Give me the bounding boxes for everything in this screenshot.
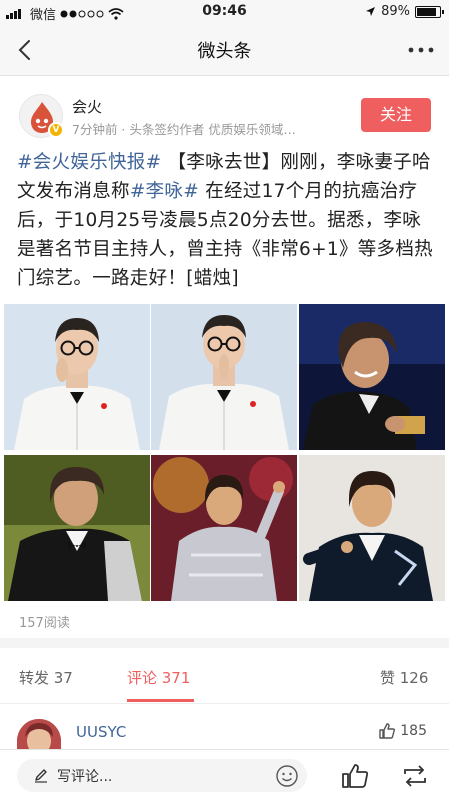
nav-bar: 微头条 <box>0 24 449 76</box>
hashtag-link[interactable]: #会火娱乐快报# <box>17 152 161 173</box>
author-meta: 7分钟前 · 头条签约作者 优质娱乐领域… <box>72 122 296 137</box>
author-name[interactable]: 会火 <box>72 96 102 117</box>
comment-avatar[interactable] <box>17 719 61 753</box>
verified-badge-icon: V <box>48 122 64 138</box>
more-dots-icon <box>408 47 434 53</box>
write-comment-input[interactable]: 写评论... <box>17 759 307 792</box>
more-button[interactable] <box>405 36 437 64</box>
comment-avatar-image <box>17 719 61 753</box>
photo-grid <box>4 304 445 601</box>
photo-5[interactable] <box>151 455 297 601</box>
photo-2[interactable] <box>151 304 297 450</box>
photo-3-image <box>299 304 445 450</box>
battery-fill <box>417 7 436 16</box>
comment-item: UUSYC 185 <box>0 705 449 753</box>
tab-likes[interactable]: 赞 126 <box>380 667 428 688</box>
status-right: 89% <box>365 4 444 19</box>
section-divider <box>0 638 449 648</box>
follow-button[interactable]: 关注 <box>361 98 431 132</box>
tab-repost[interactable]: 转发 37 <box>19 667 73 688</box>
photo-2-image <box>151 304 297 450</box>
read-count: 157阅读 <box>19 616 70 631</box>
like-button[interactable] <box>340 761 370 791</box>
bottom-bar: 写评论... <box>0 749 449 800</box>
photo-6[interactable] <box>299 455 445 601</box>
post-text: #会火娱乐快报# 【李咏去世】刚刚，李咏妻子哈文发布消息称#李咏# 在经过17个… <box>17 148 437 293</box>
status-bar: 微信 09:46 89% <box>0 0 449 24</box>
hashtag-link[interactable]: #李咏# <box>130 181 199 202</box>
battery-percent: 89% <box>381 4 410 19</box>
photo-1[interactable] <box>4 304 150 450</box>
author-row: V 会火 7分钟前 · 头条签约作者 优质娱乐领域… 关注 <box>0 86 449 142</box>
comment-placeholder: 写评论... <box>57 769 113 785</box>
photo-4[interactable] <box>4 455 150 601</box>
photo-3[interactable] <box>299 304 445 450</box>
comment-like-button[interactable]: 185 <box>378 722 427 740</box>
page-title: 微头条 <box>197 41 252 62</box>
engagement-tabs: 转发 37 评论 371 赞 126 <box>0 648 449 704</box>
location-arrow-icon <box>366 7 376 16</box>
comment-like-count: 185 <box>400 723 427 739</box>
active-tab-indicator <box>127 699 194 702</box>
thumbs-up-icon <box>342 764 369 788</box>
battery-icon <box>415 5 444 18</box>
photo-6-image <box>299 455 445 601</box>
photo-4-image <box>4 455 150 601</box>
thumbs-up-icon <box>379 723 396 739</box>
photo-1-image <box>4 304 150 450</box>
photo-5-image <box>151 455 297 601</box>
emoji-icon[interactable] <box>275 764 299 788</box>
repost-icon <box>404 765 426 787</box>
repost-button[interactable] <box>400 761 430 791</box>
tab-comments[interactable]: 评论 371 <box>127 667 190 688</box>
comment-username[interactable]: UUSYC <box>76 723 126 741</box>
pen-icon <box>35 769 47 783</box>
